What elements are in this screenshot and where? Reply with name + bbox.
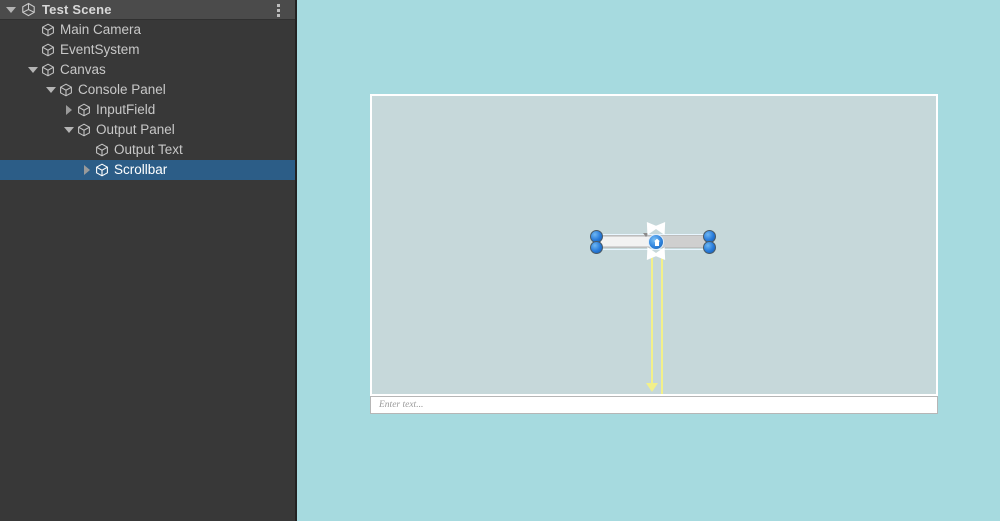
hierarchy-item-label: Output Panel: [96, 121, 175, 137]
input-placeholder: Enter text...: [379, 400, 424, 410]
chevron-down-icon[interactable]: [26, 67, 40, 73]
kebab-dot: [276, 9, 280, 12]
gameobject-cube-icon: [42, 23, 54, 37]
anchor-guide-line: [651, 254, 653, 386]
anchor-handle-left[interactable]: [590, 230, 603, 254]
chevron-right-icon[interactable]: [62, 105, 76, 115]
hierarchy-panel: Test Scene Main Camera EventSystem Canvas C…: [0, 0, 297, 521]
chevron-down-icon[interactable]: [44, 87, 58, 93]
hierarchy-header: Test Scene: [0, 0, 295, 20]
anchor-handle-icon[interactable]: [703, 241, 716, 254]
hierarchy-item-label: Scrollbar: [114, 161, 168, 177]
anchor-guide-line: [661, 254, 663, 394]
scrollbar-widget[interactable]: [590, 217, 716, 265]
input-field[interactable]: Enter text...: [370, 396, 938, 414]
gameobject-cube-icon: [60, 83, 72, 97]
hierarchy-item-main-camera[interactable]: Main Camera: [0, 20, 295, 40]
gameobject-cube-icon: [96, 163, 108, 177]
hierarchy-item-canvas[interactable]: Canvas: [0, 60, 295, 80]
chevron-right-icon[interactable]: [80, 165, 94, 175]
hierarchy-list: Main Camera EventSystem Canvas Console Pane…: [0, 20, 295, 180]
hierarchy-item-label: InputField: [96, 101, 156, 117]
gameobject-cube-icon: [42, 43, 54, 57]
unity-scene-icon: [22, 2, 35, 17]
hierarchy-item-console-panel[interactable]: Console Panel: [0, 80, 295, 100]
hierarchy-item-label: EventSystem: [60, 41, 140, 57]
anchor-handle-icon[interactable]: [590, 241, 603, 254]
gameobject-cube-icon: [96, 143, 108, 157]
hierarchy-item-label: Output Text: [114, 141, 183, 157]
scene-title: Test Scene: [42, 2, 112, 17]
kebab-dot: [276, 4, 280, 7]
anchor-guide-arrow-icon: [646, 383, 658, 392]
gameobject-cube-icon: [78, 103, 90, 117]
game-view: Enter text...: [297, 0, 1000, 521]
hierarchy-item-output-text[interactable]: Output Text: [0, 140, 295, 160]
kebab-menu-icon[interactable]: [271, 3, 285, 18]
chevron-down-icon[interactable]: [62, 127, 76, 133]
hierarchy-item-eventsystem[interactable]: EventSystem: [0, 40, 295, 60]
move-gizmo-center-icon[interactable]: [648, 234, 664, 250]
move-arrow-icon[interactable]: [653, 217, 671, 236]
gameobject-cube-icon: [78, 123, 90, 137]
chevron-down-icon[interactable]: [6, 6, 16, 13]
hierarchy-item-label: Canvas: [60, 61, 106, 77]
hierarchy-item-label: Console Panel: [78, 81, 166, 97]
gameobject-cube-icon: [42, 63, 54, 77]
anchor-handle-right[interactable]: [703, 230, 716, 254]
kebab-dot: [276, 14, 280, 17]
hierarchy-item-output-panel[interactable]: Output Panel: [0, 120, 295, 140]
hierarchy-item-label: Main Camera: [60, 21, 142, 37]
hierarchy-item-inputfield[interactable]: InputField: [0, 100, 295, 120]
move-tool-gizmo[interactable]: [634, 217, 678, 265]
hierarchy-item-scrollbar[interactable]: Scrollbar: [0, 160, 295, 180]
